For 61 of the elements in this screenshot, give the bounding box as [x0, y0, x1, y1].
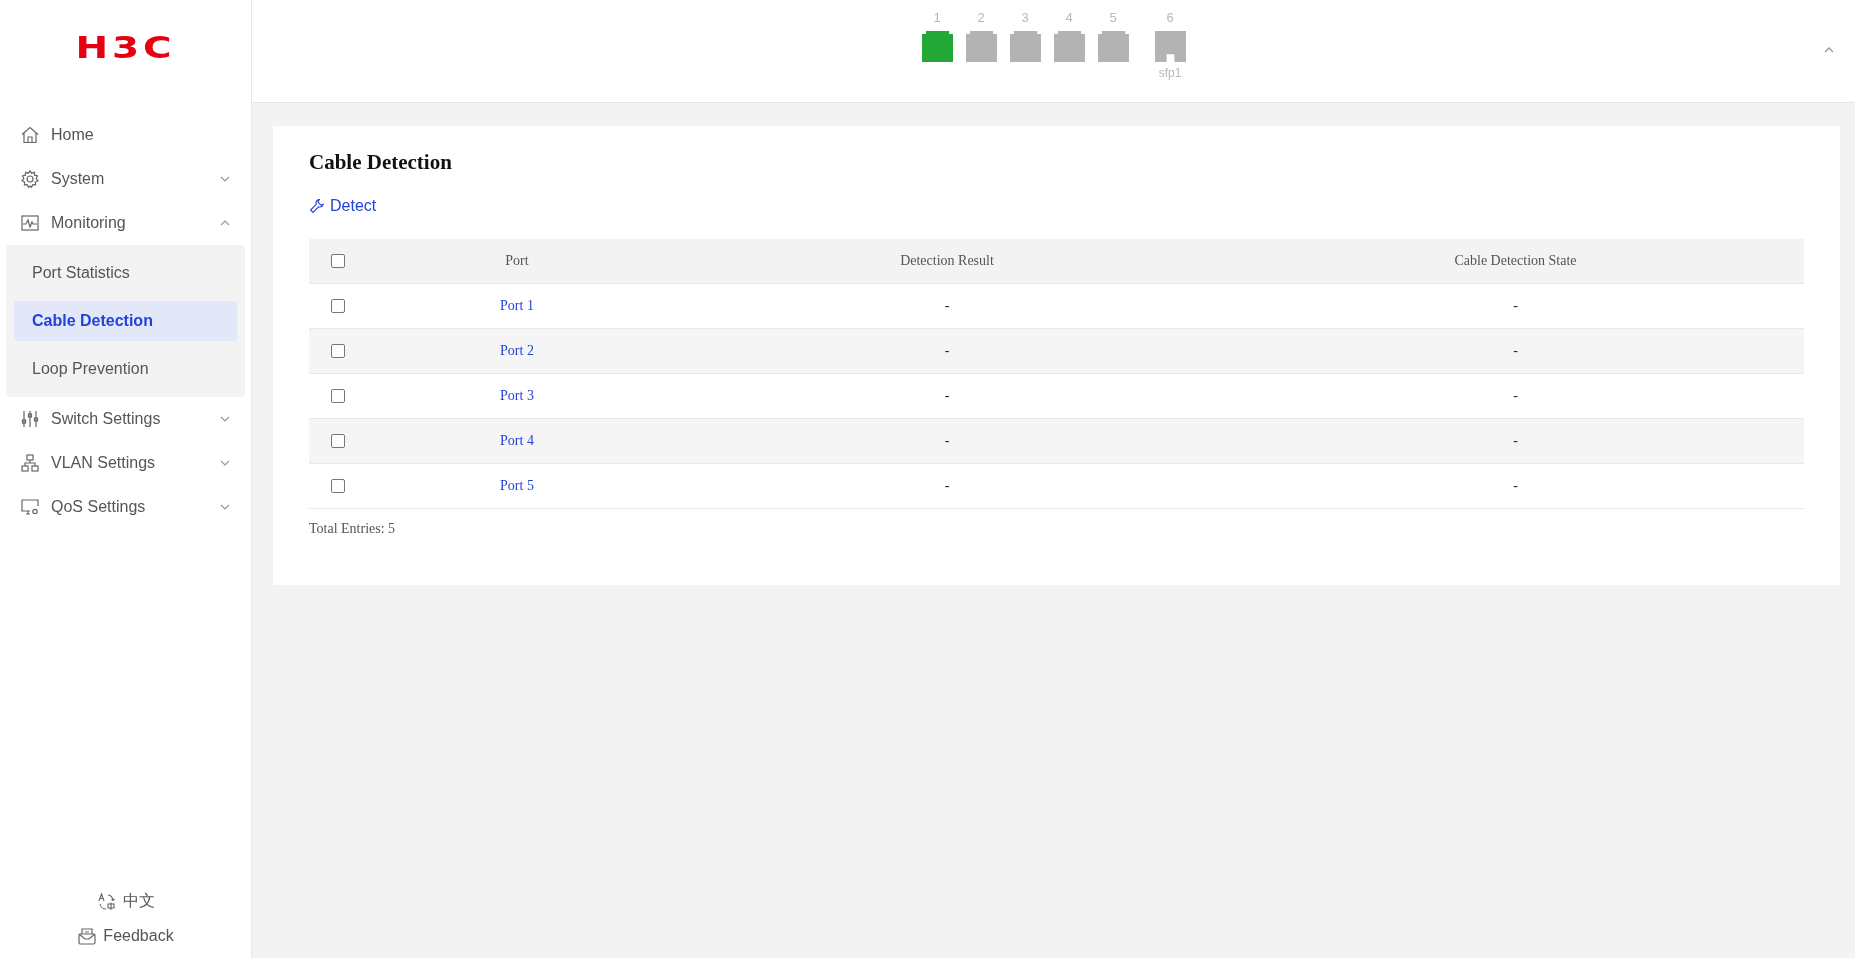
ethernet-port-icon[interactable] — [1009, 31, 1041, 62]
row-checkbox[interactable] — [331, 434, 345, 448]
pulse-monitor-icon — [20, 213, 40, 233]
feedback-link[interactable]: Feedback — [77, 926, 174, 946]
port-number: 1 — [933, 10, 941, 27]
row-checkbox[interactable] — [331, 344, 345, 358]
wrench-icon — [309, 198, 325, 214]
port-caption: sfp1 — [1158, 66, 1182, 80]
screen-gear-icon — [20, 497, 40, 517]
port-number: 5 — [1109, 10, 1117, 27]
port-number: 3 — [1021, 10, 1029, 27]
table-cell: - — [944, 433, 950, 448]
menu-item[interactable]: Switch Settings — [6, 397, 245, 441]
table-cell: - — [1513, 298, 1518, 313]
table-cell: - — [944, 343, 950, 358]
row-checkbox[interactable] — [331, 479, 345, 493]
submenu-item[interactable]: Cable Detection — [14, 301, 237, 341]
table-cell: - — [1513, 388, 1518, 403]
sliders-icon — [20, 409, 40, 429]
port-link[interactable]: Port 3 — [500, 388, 534, 403]
gear-icon — [20, 169, 40, 189]
brand-logo: H3C — [75, 30, 176, 65]
table-cell: - — [944, 388, 950, 403]
menu-item[interactable]: System — [6, 157, 245, 201]
home-icon — [20, 125, 40, 145]
table-cell: - — [1513, 343, 1518, 358]
row-checkbox[interactable] — [331, 299, 345, 313]
ethernet-port-icon[interactable] — [1097, 31, 1129, 62]
port-number: 2 — [977, 10, 985, 27]
column-header: Detection Result — [899, 253, 995, 269]
submenu-item[interactable]: Loop Prevention — [14, 349, 237, 389]
detect-button[interactable]: Detect — [309, 197, 377, 215]
menu-item[interactable]: VLAN Settings — [6, 441, 245, 485]
mailbox-icon — [77, 926, 98, 946]
select-all-checkbox[interactable] — [331, 254, 345, 268]
submenu-item[interactable]: Port Statistics — [14, 253, 237, 293]
ethernet-port-icon[interactable] — [921, 31, 953, 62]
total-entries: Total Entries: 5 — [309, 521, 397, 537]
table-cell: - — [1513, 478, 1518, 493]
table-cell: - — [944, 298, 950, 313]
translate-icon — [96, 891, 117, 912]
menu-item[interactable]: QoS Settings — [6, 485, 245, 529]
language-link[interactable]: 中文 — [96, 891, 155, 912]
row-checkbox[interactable] — [331, 389, 345, 403]
column-header: Port — [504, 253, 530, 269]
menu-item[interactable]: Home — [6, 113, 245, 157]
port-number: 4 — [1065, 10, 1073, 27]
table-cell: - — [1513, 433, 1518, 448]
port-link[interactable]: Port 4 — [500, 433, 534, 448]
ethernet-port-icon[interactable] — [1053, 31, 1085, 62]
table-cell: - — [944, 478, 950, 493]
ethernet-port-icon[interactable] — [965, 31, 997, 62]
port-link[interactable]: Port 2 — [500, 343, 534, 358]
network-icon — [20, 453, 40, 473]
column-header: Cable Detection State — [1453, 253, 1578, 269]
port-number: 6 — [1166, 10, 1174, 27]
sfp-port-icon[interactable] — [1154, 31, 1186, 62]
page-title: Cable Detection — [309, 150, 453, 175]
menu-item[interactable]: Monitoring — [6, 201, 245, 245]
port-link[interactable]: Port 1 — [500, 298, 534, 313]
port-link[interactable]: Port 5 — [500, 478, 534, 493]
